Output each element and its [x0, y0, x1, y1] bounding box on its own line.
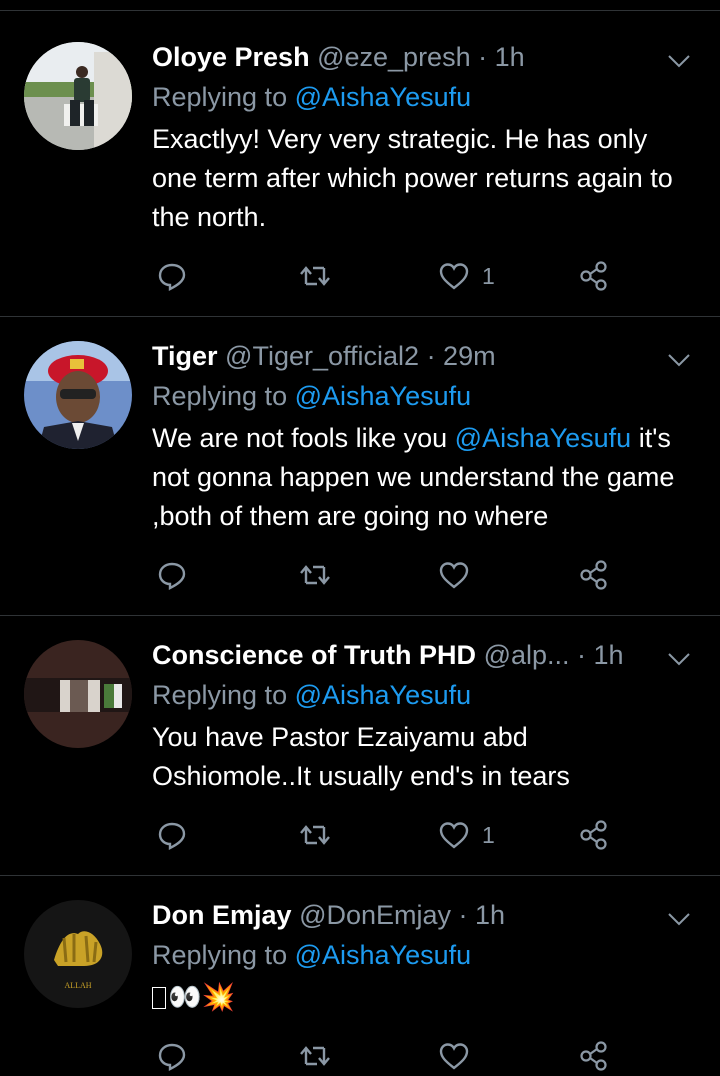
tweet-text: Exactlyy! Very very strategic. He has on…: [152, 124, 673, 232]
like-button[interactable]: [438, 1036, 482, 1076]
replying-prefix: Replying to: [152, 680, 288, 710]
display-name[interactable]: Tiger: [152, 341, 218, 371]
retweet-icon: [300, 565, 330, 585]
like-icon: [439, 822, 469, 849]
display-name[interactable]: Don Emjay: [152, 900, 292, 930]
retweet-button[interactable]: [298, 256, 332, 296]
top-divider: [0, 10, 720, 11]
tweet-text: 👀💥: [152, 978, 694, 1017]
timestamp[interactable]: · 1h: [577, 640, 624, 670]
avatar[interactable]: [24, 640, 132, 748]
reply-button[interactable]: [156, 256, 188, 296]
reply-icon: [158, 822, 186, 850]
share-icon: [580, 1041, 607, 1071]
tweet[interactable]: Oloye Presh @eze_presh · 1h Replying to …: [0, 18, 720, 317]
share-button[interactable]: [578, 555, 610, 595]
reply-button[interactable]: [156, 815, 188, 855]
handle[interactable]: @eze_presh: [317, 42, 471, 72]
retweet-button[interactable]: [298, 815, 332, 855]
retweet-icon: [300, 266, 330, 286]
replying-to: Replying to @AishaYesufu: [152, 80, 471, 114]
reply-icon: [158, 263, 186, 291]
reply-mention-link[interactable]: @AishaYesufu: [295, 680, 472, 710]
tweet-header: Conscience of Truth PHD @alp... · 1h: [152, 638, 690, 672]
tweet-text: You have Pastor Ezaiyamu abd Oshiomole..…: [152, 722, 570, 791]
share-icon: [580, 261, 607, 291]
replying-prefix: Replying to: [152, 940, 288, 970]
reply-button[interactable]: [156, 555, 188, 595]
like-count: 1: [482, 262, 495, 289]
tweet-header: Don Emjay @DonEmjay · 1h: [152, 898, 690, 932]
avatar[interactable]: [24, 341, 132, 449]
reply-mention-link[interactable]: @AishaYesufu: [295, 940, 472, 970]
emoji-text: 👀💥: [168, 982, 236, 1012]
action-bar: [152, 555, 720, 595]
avatar[interactable]: ALLAH: [24, 900, 132, 1008]
avatar-caption: ALLAH: [64, 981, 91, 990]
retweet-button[interactable]: [298, 555, 332, 595]
like-icon: [439, 562, 469, 589]
tweet[interactable]: ALLAH Don Emjay @DonEmjay · 1h Replying …: [0, 876, 720, 1076]
replying-prefix: Replying to: [152, 82, 288, 112]
retweet-icon: [300, 1046, 330, 1066]
tweet[interactable]: Conscience of Truth PHD @alp... · 1h Rep…: [0, 616, 720, 876]
action-bar: [152, 1036, 720, 1076]
share-icon: [580, 820, 607, 850]
timestamp[interactable]: · 1h: [478, 42, 525, 72]
replying-to: Replying to @AishaYesufu: [152, 379, 471, 413]
tweet-text: We are not fools like you @AishaYesufu i…: [152, 419, 694, 536]
replying-prefix: Replying to: [152, 381, 288, 411]
replying-to: Replying to @AishaYesufu: [152, 678, 471, 712]
timestamp[interactable]: · 29m: [427, 341, 496, 371]
share-button[interactable]: [578, 256, 610, 296]
chevron-down-icon[interactable]: [668, 353, 690, 367]
tweet-header: Tiger @Tiger_official2 · 29m: [152, 339, 690, 373]
retweet-button[interactable]: [298, 1036, 332, 1076]
retweet-icon: [300, 825, 330, 845]
tweet[interactable]: Tiger @Tiger_official2 · 29m Replying to…: [0, 317, 720, 616]
like-icon: [439, 263, 469, 290]
share-icon: [580, 560, 607, 590]
action-bar: 1: [152, 256, 720, 296]
timestamp[interactable]: · 1h: [459, 900, 506, 930]
mention-link[interactable]: @AishaYesufu: [455, 423, 632, 453]
reply-icon: [158, 1043, 186, 1071]
share-button[interactable]: [578, 1036, 610, 1076]
chevron-down-icon[interactable]: [668, 54, 690, 68]
avatar[interactable]: [24, 42, 132, 150]
share-button[interactable]: [578, 815, 610, 855]
tweet-header: Oloye Presh @eze_presh · 1h: [152, 40, 690, 74]
like-button[interactable]: 1: [438, 815, 495, 855]
missing-glyph-box: [152, 987, 166, 1009]
like-button[interactable]: 1: [438, 256, 495, 296]
like-icon: [439, 1043, 469, 1070]
tweet-text-part: We are not fools like you: [152, 423, 455, 453]
reply-mention-link[interactable]: @AishaYesufu: [295, 82, 472, 112]
like-button[interactable]: [438, 555, 482, 595]
chevron-down-icon[interactable]: [668, 912, 690, 926]
reply-icon: [158, 562, 186, 590]
action-bar: 1: [152, 815, 720, 855]
handle[interactable]: @DonEmjay: [299, 900, 451, 930]
replying-to: Replying to @AishaYesufu: [152, 938, 471, 972]
display-name[interactable]: Oloye Presh: [152, 42, 310, 72]
handle[interactable]: @alp...: [484, 640, 570, 670]
reply-mention-link[interactable]: @AishaYesufu: [295, 381, 472, 411]
handle[interactable]: @Tiger_official2: [225, 341, 419, 371]
reply-button[interactable]: [156, 1036, 188, 1076]
chevron-down-icon[interactable]: [668, 652, 690, 666]
display-name[interactable]: Conscience of Truth PHD: [152, 640, 476, 670]
like-count: 1: [482, 821, 495, 848]
